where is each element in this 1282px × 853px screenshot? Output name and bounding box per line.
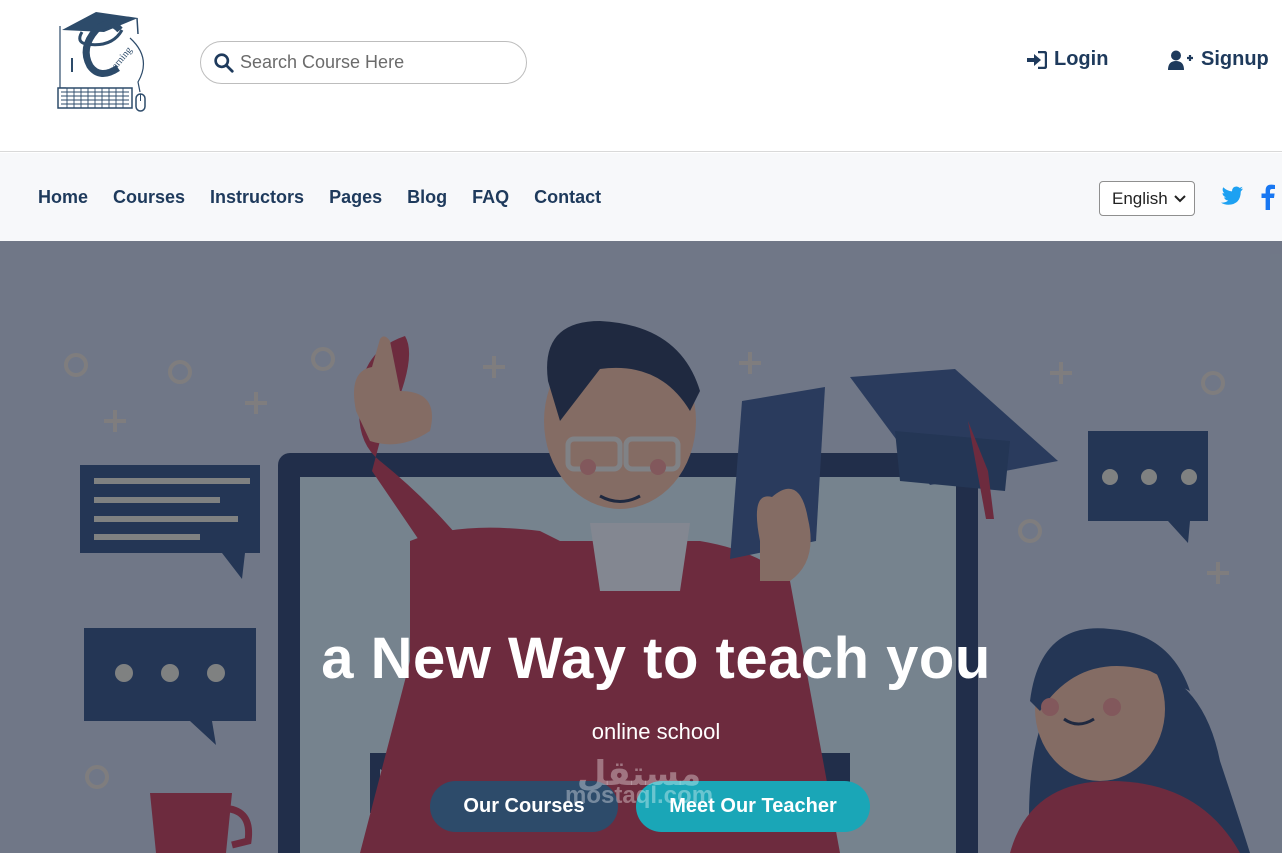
nav-item-home[interactable]: Home xyxy=(38,187,88,208)
hero-subtitle: online school xyxy=(591,719,721,744)
nav-item-courses[interactable]: Courses xyxy=(113,187,185,208)
elearning-logo[interactable]: learning xyxy=(52,8,152,114)
chevron-down-icon xyxy=(1174,194,1186,202)
watermark-latin: mostaql.com xyxy=(565,782,714,809)
login-label[interactable]: Login xyxy=(1054,48,1108,71)
sign-in-icon xyxy=(1027,50,1047,69)
nav-item-faq[interactable]: FAQ xyxy=(472,187,509,208)
nav-item-instructors[interactable]: Instructors xyxy=(210,187,304,208)
search-input[interactable] xyxy=(240,52,510,73)
watermark: مستقل mostaql.com xyxy=(565,757,714,809)
twitter-icon[interactable] xyxy=(1220,185,1244,207)
hero-section: a New Way to teach you online school Our… xyxy=(0,241,1282,853)
search-icon xyxy=(214,53,234,73)
nav-item-contact[interactable]: Contact xyxy=(534,187,601,208)
top-header: learning Login Signup xyxy=(0,0,1282,152)
main-navbar: Home Courses Instructors Pages Blog FAQ … xyxy=(0,153,1282,241)
signup-link[interactable]: Signup xyxy=(1168,48,1269,71)
user-plus-icon xyxy=(1168,50,1193,70)
main-nav: Home Courses Instructors Pages Blog FAQ … xyxy=(38,153,626,241)
signup-label[interactable]: Signup xyxy=(1201,48,1269,71)
logo-text: learning xyxy=(105,45,134,77)
facebook-icon[interactable] xyxy=(1261,184,1275,210)
nav-item-blog[interactable]: Blog xyxy=(407,187,447,208)
nav-item-pages[interactable]: Pages xyxy=(329,187,382,208)
language-selected: English xyxy=(1112,188,1168,208)
login-link[interactable]: Login xyxy=(1027,48,1108,71)
search-box[interactable] xyxy=(200,41,527,84)
language-select[interactable]: English xyxy=(1099,181,1195,216)
hero-title: a New Way to teach you xyxy=(321,626,991,691)
